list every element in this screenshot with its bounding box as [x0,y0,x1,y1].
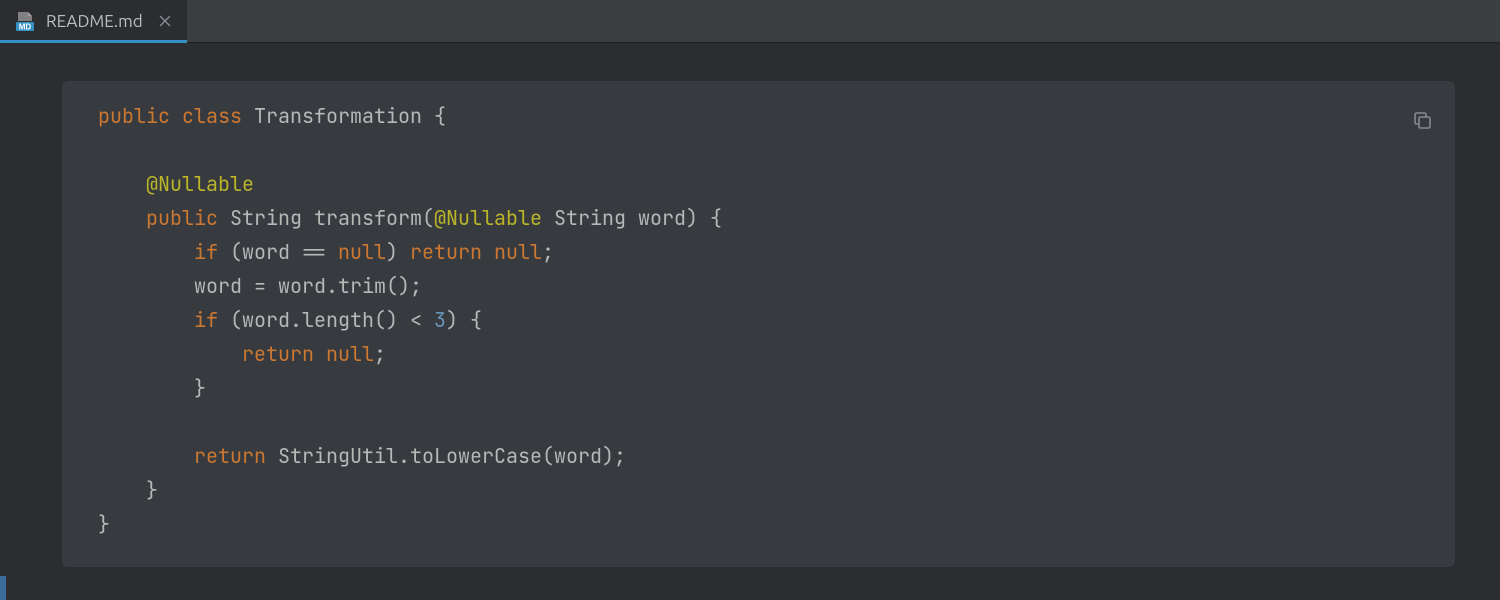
close-tab-icon[interactable] [157,12,173,31]
file-badge-text: MD [19,23,32,32]
editor-area: public class Transformation { @Nullable … [0,43,1500,600]
code-block: public class Transformation { @Nullable … [62,81,1455,567]
markdown-preview-pane[interactable]: public class Transformation { @Nullable … [0,43,1500,600]
code-content: public class Transformation { @Nullable … [98,99,1433,541]
tab-bar: MD README.md [0,0,1500,43]
left-marker [0,576,6,600]
tab-filename: README.md [46,12,143,31]
markdown-file-icon: MD [14,10,36,32]
copy-icon[interactable] [1413,111,1431,133]
editor-tab[interactable]: MD README.md [0,0,187,42]
